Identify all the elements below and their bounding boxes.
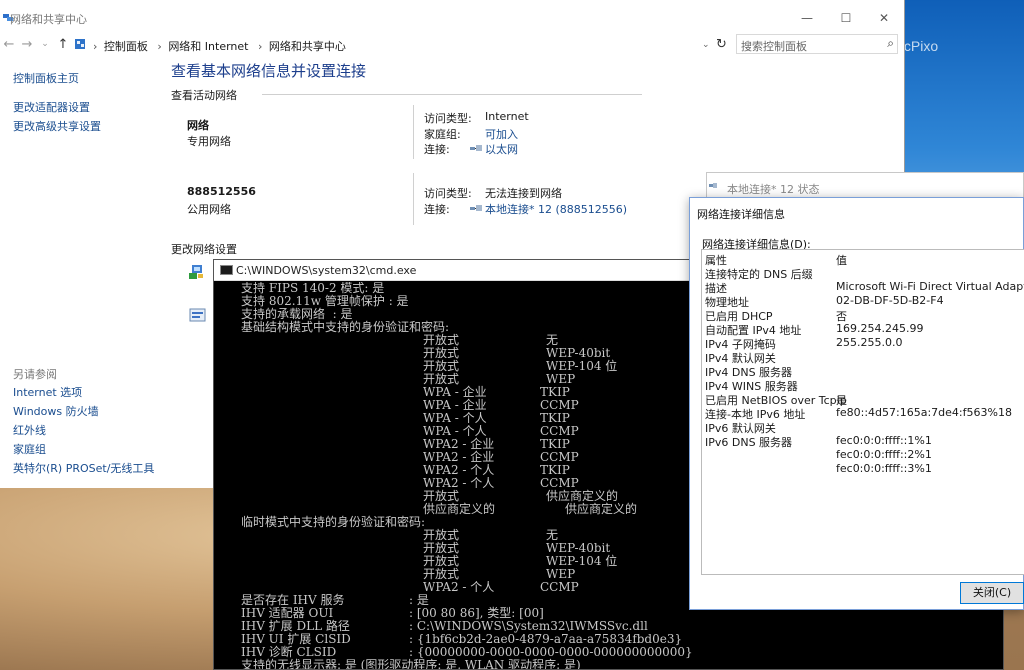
access-type-label: 访问类型: <box>424 187 472 200</box>
back-arrow-icon[interactable]: ← <box>2 37 16 52</box>
detail-value: 169.254.245.99 <box>836 322 924 335</box>
close-dialog-button[interactable]: 关闭(C) <box>960 582 1024 604</box>
homegroup-join-link[interactable]: 可加入 <box>485 126 518 142</box>
window-title: 网络和共享中心 <box>10 13 87 26</box>
refresh-icon[interactable]: ↻ <box>716 37 727 52</box>
breadcrumb-network-sharing-center[interactable]: 网络和共享中心 <box>269 40 346 53</box>
ethernet-icon <box>470 145 482 151</box>
sidebar-control-panel-home[interactable]: 控制面板主页 <box>13 70 79 86</box>
maximize-button[interactable]: ☐ <box>836 11 856 25</box>
network-type: 公用网络 <box>187 203 231 216</box>
see-also-homegroup[interactable]: 家庭组 <box>13 441 46 457</box>
close-button[interactable]: ✕ <box>874 11 894 25</box>
new-connection-icon[interactable] <box>187 263 205 281</box>
detail-value: fec0:0:0:ffff::2%1 <box>836 448 932 461</box>
network-name: 网络 <box>187 119 209 132</box>
cmd-text: CCMP <box>540 580 579 594</box>
details-row[interactable]: IPv6 默认网关 <box>702 420 1024 435</box>
search-input[interactable]: 搜索控制面板 ⌕ <box>736 34 898 54</box>
details-row[interactable]: 连接-本地 IPv6 地址 fe80::4d57:165a:7de4:f563%1… <box>702 406 1024 421</box>
details-row[interactable]: 自动配置 IPv4 地址 169.254.245.99 <box>702 322 1024 337</box>
wireless-adapter-icon <box>470 205 482 211</box>
desktop-watermark: tcPixo <box>900 38 939 54</box>
forward-arrow-icon[interactable]: → <box>20 37 34 52</box>
cmd-title: C:\WINDOWS\system32\cmd.exe <box>236 264 417 277</box>
detail-value: Microsoft Wi-Fi Direct Virtual Adapter #… <box>836 280 1024 293</box>
search-icon[interactable]: ⌕ <box>887 36 894 51</box>
cmd-line: 支持的无线显示器: 是 (图形驱动程序: 是, WLAN 驱动程序: 是) <box>241 658 1003 670</box>
address-dropdown-icon[interactable]: ⌄ <box>702 40 710 50</box>
connection-details-dialog: 网络连接详细信息 网络连接详细信息(D): 属性 值 连接特定的 DNS 后缀描… <box>689 197 1024 610</box>
details-row[interactable]: IPv4 子网掩码 255.255.0.0 <box>702 336 1024 351</box>
detail-value: 02-DB-DF-5D-B2-F4 <box>836 294 944 307</box>
see-also-internet-options[interactable]: Internet 选项 <box>13 384 82 400</box>
network-type: 专用网络 <box>187 135 231 148</box>
access-type-value: Internet <box>485 110 529 123</box>
details-row[interactable]: IPv4 WINS 服务器 <box>702 378 1024 393</box>
dialog-title: 网络连接详细信息 <box>697 208 785 221</box>
cmd-text: 支持的无线显示器: 是 (图形驱动程序: 是, WLAN 驱动程序: 是) <box>241 658 581 670</box>
control-panel-titlebar[interactable]: 网络和共享中心 — ☐ ✕ <box>0 0 905 32</box>
section-divider <box>262 94 642 95</box>
cmd-text: 供应商定义的 <box>565 502 638 516</box>
cmd-text: WPA2 - 个人 <box>423 580 495 594</box>
details-row[interactable]: 已启用 NetBIOS over Tcpip 是 <box>702 392 1024 407</box>
access-type-value: 无法连接到网络 <box>485 187 562 200</box>
change-network-settings-heading: 更改网络设置 <box>171 243 237 256</box>
see-also-intel-proset-wireless[interactable]: 英特尔(R) PROSet/无线工具 <box>13 460 154 476</box>
connection-label: 连接: <box>424 143 450 156</box>
breadcrumb: › 控制面板 › 网络和 Internet › 网络和共享中心 <box>90 38 349 53</box>
details-row[interactable]: IPv4 DNS 服务器 <box>702 364 1024 379</box>
breadcrumb-separator: › <box>93 40 98 53</box>
page-title: 查看基本网络信息并设置连接 <box>171 62 367 80</box>
detail-value: fec0:0:0:ffff::3%1 <box>836 462 932 475</box>
sidebar-change-sharing-settings[interactable]: 更改高级共享设置 <box>13 118 101 134</box>
see-also-heading: 另请参阅 <box>13 368 57 381</box>
recent-pages-dropdown-icon[interactable]: ⌄ <box>38 39 52 49</box>
details-row[interactable]: 物理地址 02-DB-DF-5D-B2-F4 <box>702 294 1024 309</box>
connection-label: 连接: <box>424 203 450 216</box>
detail-value: fe80::4d57:165a:7de4:f563%18 <box>836 406 1012 419</box>
status-window-title: 本地连接* 12 状态 <box>727 183 820 196</box>
search-placeholder: 搜索控制面板 <box>741 40 807 53</box>
details-row[interactable]: IPv4 默认网关 <box>702 350 1024 365</box>
breadcrumb-separator: › <box>258 40 263 53</box>
see-also-infrared[interactable]: 红外线 <box>13 422 46 438</box>
cmd-text: 供应商定义的 <box>423 502 496 516</box>
details-row[interactable]: fec0:0:0:ffff::2%1 <box>702 448 1024 462</box>
detail-value: fec0:0:0:ffff::1%1 <box>836 434 932 447</box>
see-also-windows-firewall[interactable]: Windows 防火墙 <box>13 403 99 419</box>
cmd-text: 临时模式中支持的身份验证和密码: <box>241 515 426 529</box>
cmd-text: 基础结构模式中支持的身份验证和密码: <box>241 320 450 334</box>
homegroup-label: 家庭组: <box>424 128 461 141</box>
network-name: 888512556 <box>187 185 256 198</box>
troubleshoot-icon[interactable] <box>189 307 207 325</box>
connection-icon <box>709 183 717 188</box>
up-arrow-icon[interactable]: ↑ <box>56 37 70 52</box>
control-panel-icon <box>75 39 85 49</box>
details-row[interactable]: fec0:0:0:ffff::3%1 <box>702 462 1024 476</box>
cmd-icon <box>220 265 233 275</box>
details-list[interactable]: 属性 值 连接特定的 DNS 后缀 描述 Microsoft Wi-Fi Direc… <box>701 249 1024 575</box>
local-connection-link[interactable]: 本地连接* 12 (888512556) <box>485 201 627 217</box>
breadcrumb-network-internet[interactable]: 网络和 Internet <box>168 40 248 53</box>
breadcrumb-separator: › <box>157 40 162 53</box>
details-header-row: 属性 值 <box>702 252 1024 267</box>
details-row[interactable]: 描述Microsoft Wi-Fi Direct Virtual Adapter… <box>702 280 1024 295</box>
detail-value: 255.255.0.0 <box>836 336 903 349</box>
access-type-label: 访问类型: <box>424 112 472 125</box>
network-divider <box>413 173 414 225</box>
details-row[interactable]: IPv6 DNS 服务器 fec0:0:0:ffff::1%1 <box>702 434 1024 449</box>
details-row[interactable]: 连接特定的 DNS 后缀 <box>702 266 1024 281</box>
ethernet-connection-link[interactable]: 以太网 <box>485 141 518 157</box>
minimize-button[interactable]: — <box>797 11 817 25</box>
network-divider <box>413 105 414 159</box>
details-row[interactable]: 已启用 DHCP 否 <box>702 308 1024 323</box>
active-networks-heading: 查看活动网络 <box>171 89 237 102</box>
sidebar-change-adapter-settings[interactable]: 更改适配器设置 <box>13 99 90 115</box>
breadcrumb-control-panel[interactable]: 控制面板 <box>104 40 148 53</box>
